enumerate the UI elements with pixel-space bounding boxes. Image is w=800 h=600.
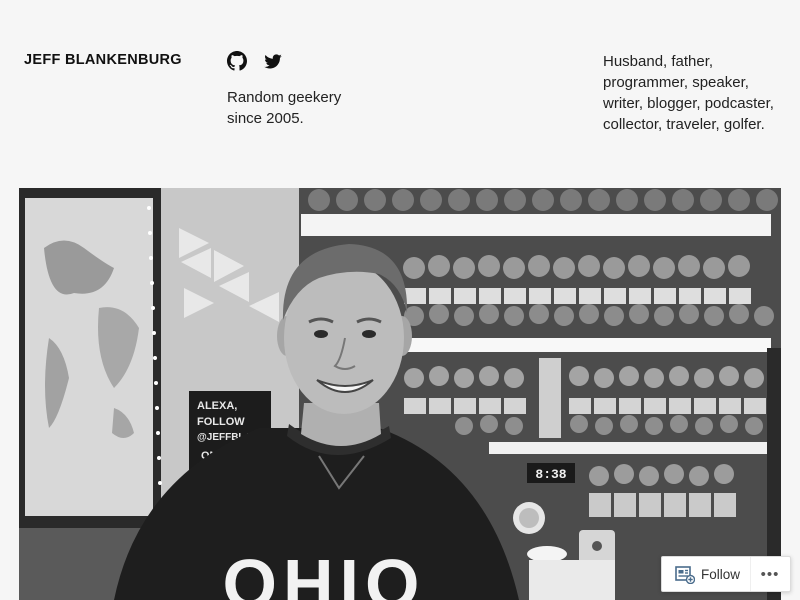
hero-photo: ALEXA, FOLLOW @JEFFBLANK ON TW bbox=[19, 188, 781, 600]
author-bio: Husband, father, programmer, speaker, wr… bbox=[603, 53, 774, 133]
site-tagline: Random geekery since 2005. bbox=[227, 89, 342, 127]
ellipsis-icon: ••• bbox=[760, 565, 780, 583]
follow-label: Follow bbox=[701, 566, 741, 582]
social-links bbox=[227, 51, 283, 71]
svg-text:FOLLOW: FOLLOW bbox=[197, 416, 245, 428]
github-link[interactable] bbox=[227, 51, 247, 71]
github-icon bbox=[227, 51, 247, 71]
more-options-button[interactable]: ••• bbox=[750, 557, 789, 591]
svg-text:ALEXA,: ALEXA, bbox=[197, 400, 237, 412]
twitter-link[interactable] bbox=[263, 51, 283, 71]
twitter-icon bbox=[264, 54, 282, 69]
site-title[interactable]: JEFF BLANKENBURG bbox=[24, 52, 182, 68]
svg-text:OHIO: OHIO bbox=[223, 545, 426, 600]
map-frame bbox=[19, 188, 161, 528]
follow-button[interactable]: Follow bbox=[662, 557, 750, 591]
svg-text:8:38: 8:38 bbox=[535, 467, 566, 482]
reader-follow-icon bbox=[675, 566, 695, 584]
follow-bar: Follow ••• bbox=[661, 556, 791, 592]
